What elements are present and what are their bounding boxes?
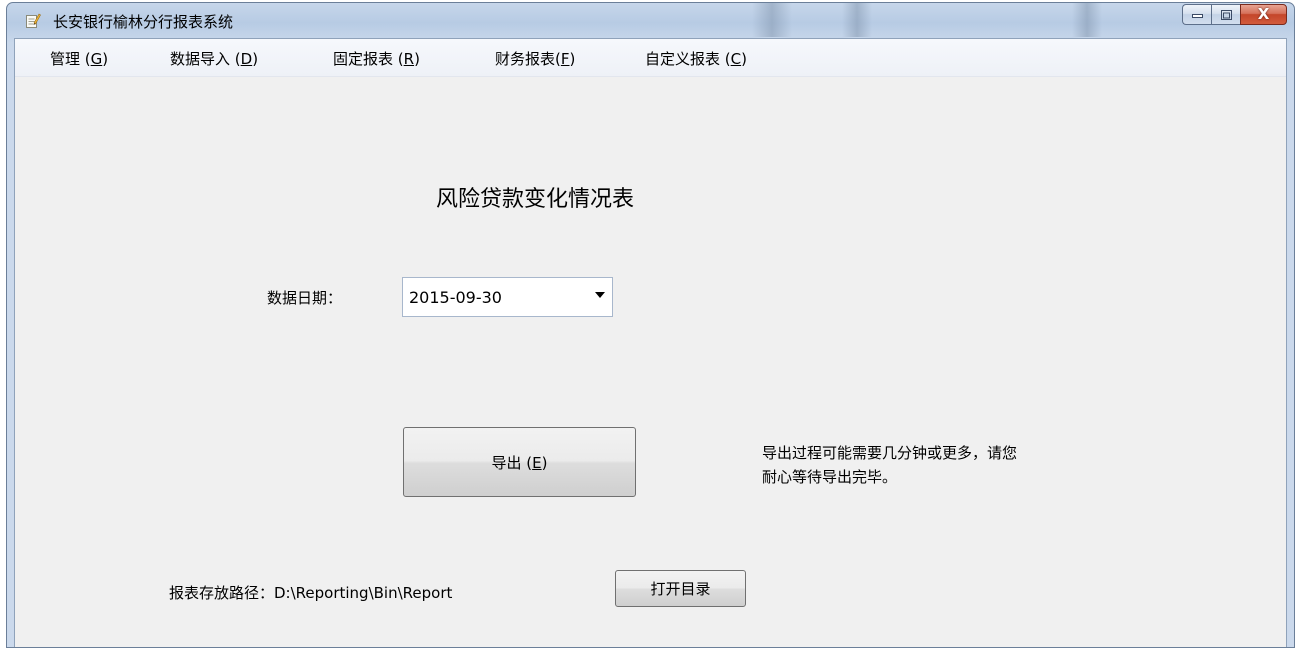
report-title: 风险贷款变化情况表 (436, 187, 635, 212)
export-note: 导出过程可能需要几分钟或更多，请您 耐心等待导出完毕。 (762, 444, 1018, 486)
report-path-label: 报表存放路径：D:\Reporting\Bin\Report (169, 584, 453, 602)
date-value: 2015-09-30 (409, 288, 502, 307)
menu-fixed-reports[interactable]: 固定报表 (R) (333, 48, 420, 69)
window-controls: X (1182, 4, 1287, 25)
maximize-button[interactable] (1211, 4, 1240, 25)
close-button[interactable]: X (1240, 4, 1287, 25)
date-label: 数据日期： (267, 289, 343, 307)
menu-data-import[interactable]: 数据导入 (D) (170, 48, 258, 69)
app-window: 长安银行榆林分行报表系统 X 管理 (G) 数据导入 (D) 固定报表 (R) (6, 2, 1295, 648)
open-directory-button[interactable]: 打开目录 (615, 570, 746, 607)
minimize-icon (1191, 13, 1203, 18)
window-title: 长安银行榆林分行报表系统 (53, 13, 234, 31)
close-icon: X (1257, 5, 1270, 23)
minimize-button[interactable] (1182, 4, 1211, 25)
menu-bar: 管理 (G) 数据导入 (D) 固定报表 (R) 财务报表(F) 自定义报表 (… (15, 39, 1286, 77)
menu-financial-reports[interactable]: 财务报表(F) (495, 48, 575, 69)
maximize-icon (1220, 9, 1232, 20)
client-area: 管理 (G) 数据导入 (D) 固定报表 (R) 财务报表(F) 自定义报表 (… (14, 38, 1287, 647)
date-picker[interactable]: 2015-09-30 (402, 277, 613, 317)
menu-custom-reports[interactable]: 自定义报表 (C) (645, 48, 747, 69)
export-button[interactable]: 导出 (E) (403, 427, 636, 497)
dropdown-arrow-icon[interactable] (595, 292, 605, 298)
export-button-label: 导出 (E) (491, 453, 548, 472)
title-bar[interactable]: 长安银行榆林分行报表系统 X (7, 3, 1294, 37)
menu-manage[interactable]: 管理 (G) (50, 48, 108, 69)
report-app-icon (26, 13, 41, 28)
